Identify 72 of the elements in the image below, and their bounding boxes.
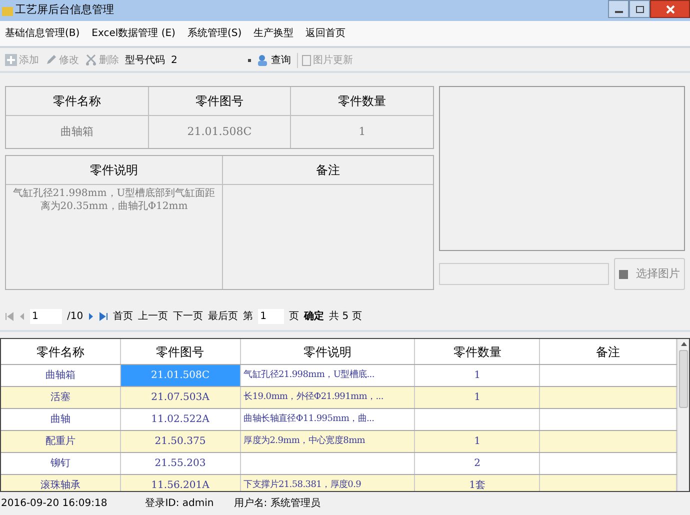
current-page-field[interactable]: 1 (30, 308, 62, 324)
menu-item[interactable]: 基础信息管理(B) (5, 26, 80, 41)
datetime-text: 2016-09-20 16:09:18 (1, 497, 108, 511)
close-button[interactable] (650, 0, 690, 18)
scroll-up-icon[interactable] (680, 342, 686, 346)
description-cell[interactable]: 曲轴长轴直径Φ11.995mm，曲... (240, 409, 416, 430)
column-header: 零件说明 (89, 162, 139, 179)
column-header: 零件数量 (290, 87, 434, 115)
quantity-cell[interactable]: 1 (415, 365, 540, 386)
scissors-icon (85, 54, 97, 66)
close-icon (666, 4, 674, 14)
drawing-number-cell[interactable]: 21.50.375 (120, 431, 241, 452)
previous-page-link[interactable]: 上一页 (138, 308, 168, 324)
part-name-cell[interactable]: 配重片 (1, 431, 121, 452)
page-count-text: 共 5 页 (329, 310, 362, 324)
drawing-number-cell[interactable]: 21.55.203 (120, 453, 241, 474)
image-icon (302, 54, 311, 66)
drawing-number-cell[interactable]: 11.02.522A (120, 409, 241, 430)
part-name-cell[interactable]: 活塞 (1, 387, 121, 408)
query-button[interactable]: 查询 (257, 52, 291, 68)
username-text: 用户名: 系统管理员 (234, 496, 320, 511)
menu-item[interactable]: Excel数据管理 (E) (92, 26, 176, 41)
description-cell[interactable]: 下支撑片21.58.381，厚度0.9 (240, 475, 416, 491)
page-number-field[interactable]: 1 (258, 308, 284, 324)
description-cell[interactable]: 气缸孔径21.998mm，U型槽底... (240, 365, 416, 386)
vertical-scrollbar[interactable] (677, 339, 689, 491)
menu-item[interactable]: 返回首页 (306, 26, 346, 41)
table-cell: 21.01.508C (148, 116, 290, 148)
quantity-cell[interactable]: 2 (415, 453, 540, 474)
total-records-text: /10 (67, 310, 84, 324)
column-header: 零件图号 (120, 339, 241, 364)
quantity-cell[interactable]: 1套 (415, 475, 540, 491)
maximize-button[interactable] (629, 0, 650, 18)
next-page-icon[interactable] (88, 312, 94, 320)
drawing-number-cell[interactable]: 11.56.201A (120, 475, 241, 491)
menu-item[interactable]: 系统管理(S) (187, 26, 242, 41)
description-cell[interactable]: 长19.0mm，外径Φ21.991mm，... (240, 387, 416, 408)
next-page-link[interactable]: 下一页 (173, 308, 204, 324)
image-path-field[interactable] (439, 263, 609, 285)
part-name-cell[interactable]: 曲轴 (1, 409, 121, 430)
quantity-cell[interactable]: 1 (415, 431, 540, 452)
column-header: 零件图号 (148, 87, 290, 115)
column-header: 零件说明 (240, 339, 416, 364)
pencil-icon (45, 54, 57, 66)
part-name-cell[interactable]: 铆钉 (1, 453, 121, 474)
column-header: 备注 (222, 156, 433, 184)
model-code-label: 型号代码 (125, 54, 165, 68)
column-header: 零件名称 (52, 93, 102, 110)
login-id-text: 登录ID: admin (145, 497, 214, 511)
column-header: 零件数量 (415, 339, 540, 364)
last-page-link[interactable]: 最后页 (208, 308, 238, 324)
first-page-link[interactable]: 首页 (113, 308, 134, 324)
confirm-button[interactable]: 确定 (304, 308, 324, 324)
last-page-icon[interactable] (99, 312, 108, 320)
table-cell-text: 曲轴箱 (59, 124, 94, 140)
page-prefix-label: 第 (243, 310, 254, 324)
table-cell: 1 (290, 116, 434, 148)
description-cell[interactable]: 厚度为2.9mm，中心宽度8mm (240, 431, 416, 452)
minimize-button[interactable] (608, 0, 629, 18)
plus-icon (5, 54, 17, 66)
model-code-dropdown[interactable]: 2 (171, 52, 251, 68)
drawing-number-cell[interactable]: 21.07.503A (120, 387, 241, 408)
user-search-icon (257, 54, 269, 66)
quantity-cell[interactable]: 1 (415, 387, 540, 408)
part-name-cell[interactable]: 滚珠轴承 (1, 475, 121, 491)
window-title: 工艺屏后台信息管理 (15, 2, 114, 18)
page-suffix-label: 页 (289, 310, 300, 324)
menu-item[interactable]: 生产换型 (254, 26, 294, 41)
first-page-icon[interactable] (5, 312, 14, 320)
description-text: 气缸孔径21.998mm，U型槽底部到气缸面距离为20.35mm，曲轴孔Φ12mm (12, 187, 216, 213)
column-header: 零件名称 (1, 339, 121, 364)
previous-page-icon[interactable] (19, 312, 25, 320)
